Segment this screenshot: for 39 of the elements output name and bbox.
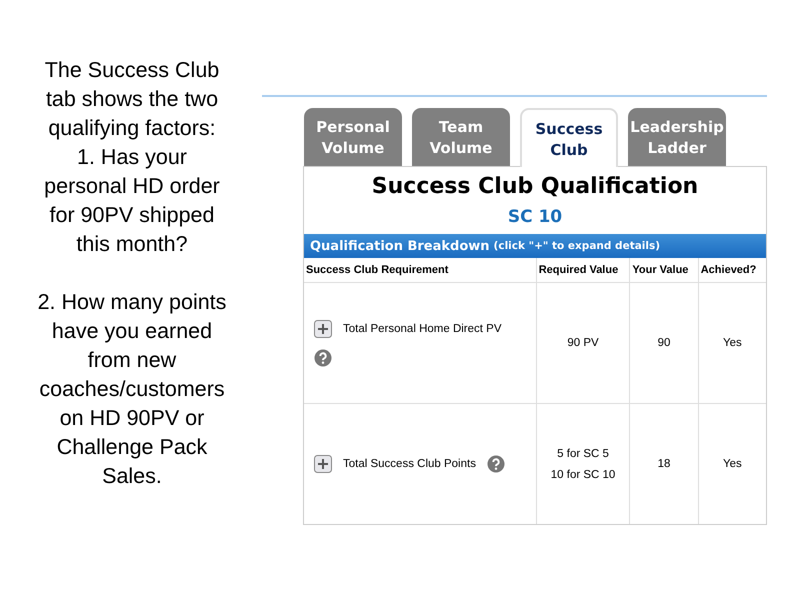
section-hint: (click "+" to expand details): [494, 240, 660, 252]
note-line: personal HD order: [44, 173, 220, 200]
tab[interactable]: Personal Volume: [304, 108, 402, 166]
level-label: SC 10: [506, 207, 564, 227]
note-line: qualifying factors:: [48, 115, 216, 142]
required-value: 10 for SC 10: [550, 468, 616, 480]
tab[interactable]: Leadership Ladder: [628, 108, 726, 166]
section-title: Qualification Breakdown: [310, 238, 490, 254]
help-icon[interactable]: [314, 348, 332, 366]
tab[interactable]: Team Volume: [412, 108, 510, 166]
required-value: 5 for SC 5: [557, 448, 609, 460]
table-cell: 18: [658, 458, 670, 470]
column-header: Success Club Requirement: [304, 258, 536, 282]
expand-icon[interactable]: [314, 320, 332, 338]
table-cell: Yes: [722, 458, 742, 470]
table-cell: Yes: [722, 337, 742, 349]
column-header: Required Value: [536, 258, 630, 282]
note-line: have you earned: [52, 318, 212, 345]
requirement-text: Total Success Club Points: [343, 458, 476, 470]
note-line: 1. Has your: [77, 144, 187, 171]
column-header: Your Value: [630, 258, 698, 282]
help-icon[interactable]: [486, 455, 505, 473]
requirement-text: Total Personal Home Direct PV: [343, 322, 502, 334]
note-line: tab shows the two: [46, 86, 218, 113]
column-header: Achieved?: [698, 258, 766, 282]
note-line: The Success Club: [44, 57, 220, 84]
expand-icon[interactable]: [314, 455, 332, 473]
note-line: Challenge Pack: [56, 434, 208, 461]
required-value: 90 PV: [567, 337, 599, 349]
note-line: this month?: [76, 231, 188, 258]
tab[interactable]: Success Club: [520, 108, 618, 167]
note-line: for 90PV shipped: [50, 202, 214, 229]
note-line: coaches/customers: [39, 376, 225, 403]
table-cell: 90: [658, 337, 670, 349]
note-line: Sales.: [102, 463, 162, 490]
panel-title: Success Club Qualification: [370, 174, 700, 199]
note-line: from new: [88, 347, 176, 374]
note-line: on HD 90PV or: [60, 405, 204, 432]
note-line: 2. How many points: [38, 289, 226, 316]
